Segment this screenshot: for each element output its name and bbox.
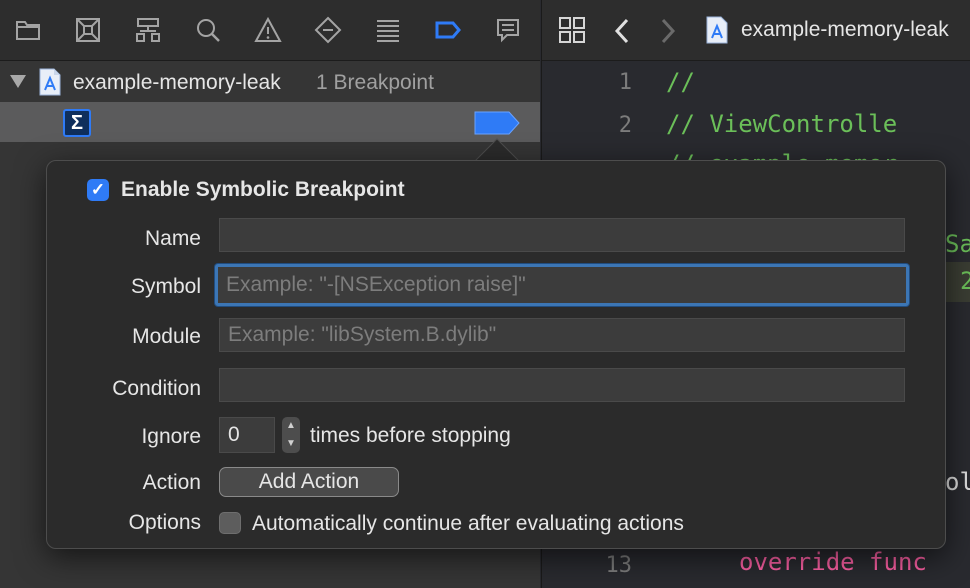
project-row[interactable]: example-memory-leak 1 Breakpoint bbox=[0, 62, 540, 102]
breakpoint-icon[interactable] bbox=[432, 14, 464, 46]
xcode-project-icon bbox=[39, 68, 61, 96]
report-icon[interactable] bbox=[492, 14, 524, 46]
symbolic-breakpoint-editor: ✓ Enable Symbolic Breakpoint Name Symbol… bbox=[46, 160, 946, 549]
ignore-count-field[interactable] bbox=[219, 417, 275, 453]
line-number: 13 bbox=[605, 553, 633, 578]
related-items-icon[interactable] bbox=[558, 16, 586, 44]
code-line: // ViewControlle bbox=[666, 110, 898, 138]
breakpoint-marker-icon[interactable] bbox=[474, 111, 520, 135]
warning-icon[interactable] bbox=[252, 14, 284, 46]
swift-file-icon bbox=[706, 16, 728, 44]
search-icon[interactable] bbox=[192, 14, 224, 46]
project-name: example-memory-leak bbox=[73, 71, 281, 94]
condition-field[interactable] bbox=[219, 368, 905, 402]
back-arrow-icon[interactable] bbox=[614, 18, 630, 44]
folder-icon[interactable] bbox=[12, 14, 44, 46]
enable-label: Enable Symbolic Breakpoint bbox=[121, 178, 405, 201]
stepper-down-icon[interactable]: ▼ bbox=[286, 439, 296, 449]
auto-continue-checkbox[interactable] bbox=[219, 512, 241, 534]
code-fragment: 2 bbox=[960, 267, 970, 295]
editor-toolbar: example-memory-leak bbox=[542, 0, 970, 61]
name-field[interactable] bbox=[219, 218, 905, 252]
code-fragment: ol bbox=[945, 468, 970, 496]
condition-label: Condition bbox=[112, 377, 201, 400]
forward-arrow-icon[interactable] bbox=[660, 18, 676, 44]
source-control-icon[interactable] bbox=[72, 14, 104, 46]
symbol-field[interactable] bbox=[215, 264, 909, 306]
line-number: 2 bbox=[618, 113, 632, 138]
name-label: Name bbox=[144, 227, 201, 250]
test-icon[interactable] bbox=[312, 14, 344, 46]
enable-checkbox[interactable]: ✓ bbox=[87, 179, 109, 201]
symbolic-breakpoint-icon: Σ bbox=[63, 109, 91, 137]
popover-arrow bbox=[475, 138, 519, 162]
module-field[interactable] bbox=[219, 318, 905, 352]
symbol-label: Symbol bbox=[130, 275, 201, 298]
code-line: // bbox=[666, 68, 695, 96]
debug-icon[interactable] bbox=[372, 14, 404, 46]
module-label: Module bbox=[132, 325, 201, 348]
navigator-toolbar bbox=[0, 0, 540, 61]
add-action-button[interactable]: Add Action bbox=[219, 467, 399, 497]
disclosure-triangle-icon[interactable] bbox=[10, 75, 26, 88]
enable-breakpoint-row[interactable]: ✓ Enable Symbolic Breakpoint bbox=[87, 177, 405, 203]
auto-continue-label[interactable]: Automatically continue after evaluating … bbox=[252, 512, 684, 536]
code-fragment: Sa bbox=[945, 230, 970, 258]
ignore-stepper[interactable]: ▲ ▼ bbox=[282, 417, 300, 453]
breakpoint-count: 1 Breakpoint bbox=[316, 71, 434, 94]
code-line: override func bbox=[739, 548, 927, 576]
line-number: 1 bbox=[618, 70, 632, 95]
options-label: Options bbox=[128, 511, 201, 534]
hierarchy-icon[interactable] bbox=[132, 14, 164, 46]
ignore-suffix: times before stopping bbox=[310, 424, 511, 447]
action-label: Action bbox=[142, 471, 201, 494]
stepper-up-icon[interactable]: ▲ bbox=[286, 421, 296, 431]
symbolic-breakpoint-row[interactable]: Σ bbox=[0, 102, 540, 142]
editor-file-name[interactable]: example-memory-leak bbox=[741, 18, 949, 42]
ignore-label: Ignore bbox=[141, 425, 201, 448]
